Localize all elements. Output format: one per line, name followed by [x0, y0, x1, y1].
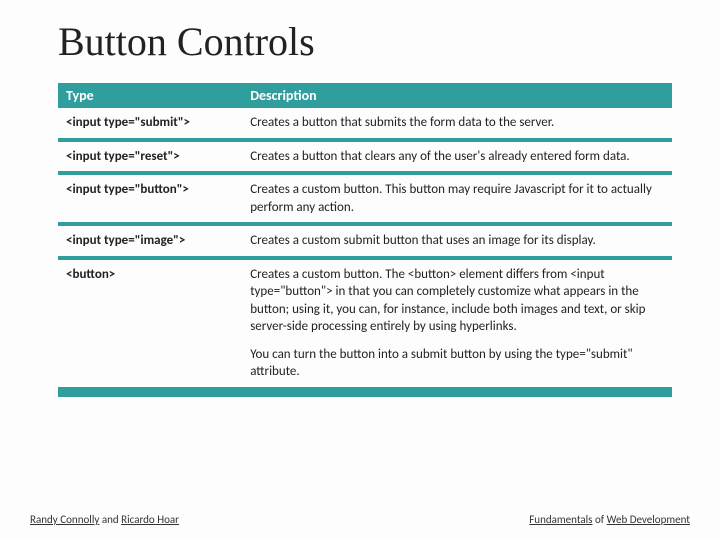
button-controls-table: Type Description <input type="submit"> C… [58, 83, 672, 397]
col-desc: Description [242, 83, 672, 108]
cell-type: <input type="image"> [58, 224, 242, 258]
col-type: Type [58, 83, 242, 108]
desc-para2: You can turn the button into a submit bu… [250, 346, 664, 381]
footer-sep2: of [592, 513, 606, 526]
cell-type: <button> [58, 258, 242, 392]
slide-footer: Randy Connolly and Ricardo Hoar Fundamen… [0, 513, 720, 526]
book-word-1: Fundamentals [529, 513, 592, 526]
cell-desc: Creates a custom button. The <button> el… [242, 258, 672, 392]
table-row: <input type="reset"> Creates a button th… [58, 140, 672, 174]
cell-desc: Creates a custom button. This button may… [242, 173, 672, 224]
cell-desc: Creates a custom submit button that uses… [242, 224, 672, 258]
author-1: Randy Connolly [30, 513, 99, 526]
table-row: <input type="image"> Creates a custom su… [58, 224, 672, 258]
book-word-2: Web Development [607, 513, 690, 526]
desc-para1: Creates a custom button. The <button> el… [250, 266, 664, 336]
footer-book: Fundamentals of Web Development [529, 513, 690, 526]
table-row: <input type="submit"> Creates a button t… [58, 108, 672, 140]
author-2: Ricardo Hoar [121, 513, 179, 526]
table-row: <button> Creates a custom button. The <b… [58, 258, 672, 392]
cell-desc: Creates a button that submits the form d… [242, 108, 672, 140]
footer-authors: Randy Connolly and Ricardo Hoar [30, 513, 179, 526]
cell-desc: Creates a button that clears any of the … [242, 140, 672, 174]
cell-type: <input type="button"> [58, 173, 242, 224]
cell-type: <input type="submit"> [58, 108, 242, 140]
cell-type: <input type="reset"> [58, 140, 242, 174]
table-header-row: Type Description [58, 83, 672, 108]
footer-sep: and [99, 513, 121, 526]
table-row: <input type="button"> Creates a custom b… [58, 173, 672, 224]
page-title: Button Controls [0, 0, 720, 71]
